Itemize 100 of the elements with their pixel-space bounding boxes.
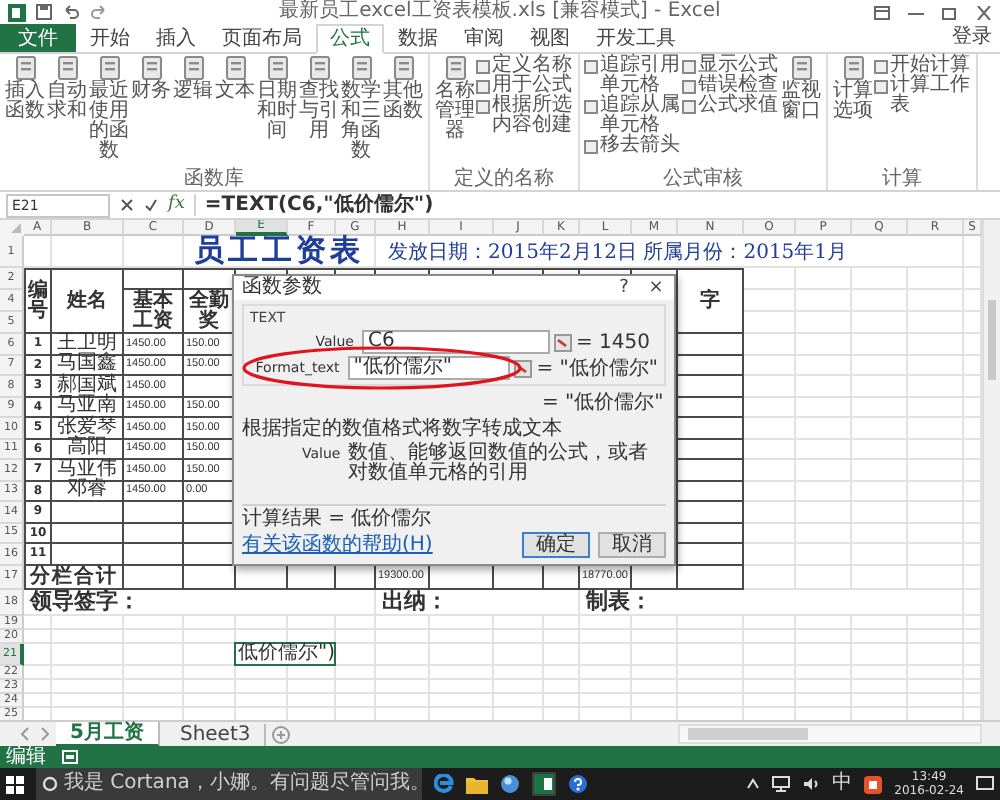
ribbon-tab[interactable]: 审阅 <box>452 24 516 52</box>
save-icon[interactable] <box>36 4 52 20</box>
ribbon-button[interactable]: 追踪引用单元格 <box>584 56 682 96</box>
sign-in-link[interactable]: 登录 <box>952 24 1000 52</box>
document-icon <box>789 56 813 80</box>
ribbon-button[interactable]: 追踪从属单元格 <box>584 96 682 136</box>
ok-button[interactable]: 确定 <box>522 532 590 558</box>
square-icon <box>476 79 490 93</box>
ribbon-button[interactable]: 显示公式 <box>682 56 780 76</box>
ribbon-button[interactable]: 用于公式 <box>476 76 574 96</box>
document-icon <box>307 56 331 80</box>
column-heading: 基本工资 <box>124 290 182 332</box>
notification-icon[interactable] <box>976 776 994 792</box>
square-icon <box>682 99 696 113</box>
ribbon-tab[interactable]: 开始 <box>78 24 142 52</box>
table-cell: 马亚南 <box>52 397 122 416</box>
ribbon-button[interactable]: 逻辑 <box>172 56 214 102</box>
ribbon-tab[interactable]: 文件 <box>0 24 76 52</box>
input-field[interactable]: C6 <box>362 330 550 354</box>
folder-icon[interactable] <box>466 775 488 793</box>
document-icon <box>391 56 415 80</box>
start-icon[interactable] <box>6 775 24 793</box>
ribbon-button[interactable]: 根据所选内容创建 <box>476 96 574 136</box>
ribbon-tab[interactable]: 开发工具 <box>584 24 688 52</box>
ribbon-button[interactable]: 自动求和 <box>46 56 88 122</box>
search-field[interactable]: 我是 Cortana，小娜。有问题尽管问我。 <box>36 768 422 800</box>
ribbon-button[interactable]: 监视窗口 <box>780 56 822 122</box>
circle-icon <box>42 776 58 792</box>
globe-icon[interactable] <box>500 774 520 794</box>
table-cell: 分栏合计 <box>26 565 122 587</box>
sheet-tab[interactable]: 5月工资 <box>56 721 160 747</box>
ribbon-tab[interactable]: 页面布局 <box>210 24 314 52</box>
ribbon-button[interactable]: 移去箭头 <box>584 136 682 156</box>
document-icon <box>349 56 373 80</box>
help-link[interactable]: 有关该函数的帮助(H) <box>242 534 433 556</box>
macro-record-icon[interactable] <box>62 750 78 764</box>
help-button[interactable]: ? <box>614 277 634 299</box>
network-icon[interactable] <box>772 776 791 792</box>
collapse-dialog-icon[interactable] <box>554 333 572 351</box>
document-icon <box>841 56 865 80</box>
table-cell: 马亚伟 <box>52 460 122 479</box>
table-cell: 郝国斌 <box>52 376 122 395</box>
ribbon-button[interactable]: 文本 <box>214 56 256 102</box>
ribbon-tab[interactable]: 数据 <box>386 24 450 52</box>
formula-field[interactable]: =TEXT(C6,"低价儒尔") <box>194 194 994 216</box>
argument-result: = 1450 <box>576 331 651 353</box>
ribbon-button[interactable]: 日期和时间 <box>256 56 298 142</box>
ribbon-button[interactable]: 公式求值 <box>682 96 780 116</box>
document-icon <box>55 56 79 80</box>
input-field[interactable]: "低价儒尔" <box>347 356 511 380</box>
cancel-button[interactable]: 取消 <box>598 532 666 558</box>
input-method-indicator[interactable]: 中 <box>832 772 853 796</box>
check-icon[interactable] <box>144 198 158 212</box>
dialog-title: 函数参数 <box>242 276 322 300</box>
square-icon <box>682 79 696 93</box>
input-method-icon[interactable] <box>864 775 883 793</box>
browser-icon[interactable] <box>434 774 454 794</box>
group-label: 函数库 <box>182 168 246 190</box>
excel-icon[interactable] <box>532 772 556 796</box>
ribbon-button[interactable]: 其他函数 <box>382 56 424 122</box>
ribbon-button[interactable]: 插入函数 <box>4 56 46 122</box>
group-label: 定义的名称 <box>452 168 556 190</box>
ribbon-button[interactable]: 数学和三角函数 <box>340 56 382 162</box>
undo-icon[interactable] <box>62 4 80 20</box>
ribbon-button[interactable]: 定义名称 <box>476 56 574 76</box>
ribbon-button[interactable]: 计算工作表 <box>874 76 972 116</box>
vertical-scrollbar[interactable] <box>982 220 1000 720</box>
cancel-icon[interactable] <box>120 198 134 212</box>
close-button[interactable]: × <box>646 277 666 299</box>
ribbon-tab[interactable]: 公式 <box>316 24 384 54</box>
group-label: 公式审核 <box>661 168 745 190</box>
square-icon <box>584 59 598 73</box>
volume-icon[interactable] <box>802 776 821 792</box>
result-value: = "低价儒尔" <box>540 392 666 414</box>
group-label: 计算 <box>880 168 924 190</box>
ribbon-button[interactable]: 错误检查 <box>682 76 780 96</box>
insert-function-button[interactable]: fx <box>168 194 185 216</box>
square-icon <box>682 59 696 73</box>
document-icon <box>97 56 121 80</box>
restore-icon[interactable] <box>874 5 890 19</box>
square-icon <box>584 139 598 153</box>
ribbon-button[interactable]: 开始计算 <box>874 56 972 76</box>
maximize-icon[interactable] <box>942 5 958 19</box>
redo-icon[interactable] <box>90 4 108 20</box>
ribbon-tab[interactable]: 视图 <box>518 24 582 52</box>
horizontal-scrollbar[interactable] <box>678 724 982 744</box>
ribbon-button[interactable]: 名称管理器 <box>434 56 476 142</box>
document-icon <box>13 56 37 80</box>
close-icon[interactable] <box>976 5 992 19</box>
document-icon <box>265 56 289 80</box>
help-icon[interactable] <box>568 774 588 794</box>
ribbon-button[interactable]: 财务 <box>130 56 172 102</box>
ribbon-button[interactable]: 查找与引用 <box>298 56 340 142</box>
square-icon <box>476 99 490 113</box>
ribbon-button[interactable]: 最近使用的函数 <box>88 56 130 162</box>
ribbon-button[interactable]: 计算选项 <box>832 56 874 122</box>
square-icon <box>874 79 888 93</box>
document-icon <box>443 56 467 80</box>
ribbon-tab[interactable]: 插入 <box>144 24 208 52</box>
document-icon <box>181 56 205 80</box>
